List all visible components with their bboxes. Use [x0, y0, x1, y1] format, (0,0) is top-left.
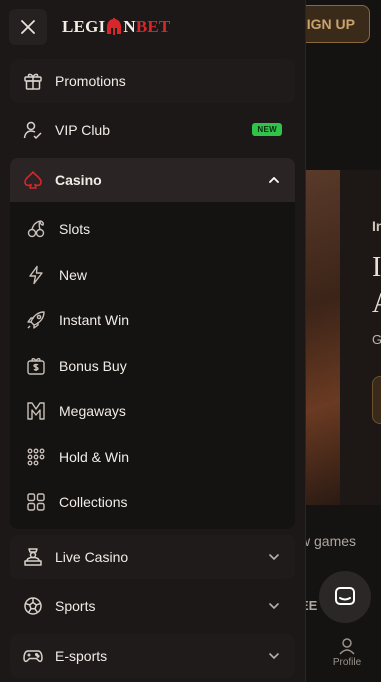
hero-title-line1: I	[372, 252, 381, 283]
menu-item-vip-club[interactable]: VIP Club NEW	[10, 108, 295, 152]
squares-grid-icon	[26, 492, 46, 512]
submenu-item-collections[interactable]: Collections	[10, 482, 295, 522]
menu-item-casino[interactable]: Casino	[10, 158, 295, 202]
menu-item-label: VIP Club	[55, 122, 110, 138]
submenu-item-slots[interactable]: Slots	[10, 209, 295, 249]
logo-text-part2: N	[123, 17, 136, 36]
menu-item-e-sports[interactable]: E-sports	[10, 634, 295, 678]
submenu-item-label: New	[59, 267, 88, 283]
hero-cta-button[interactable]	[372, 376, 381, 424]
submenu-item-label: Bonus Buy	[59, 358, 127, 374]
profile-icon	[339, 638, 355, 655]
side-drawer: LEGI N BET Promotions VIP Club NEW Casin…	[0, 0, 306, 682]
close-button[interactable]	[9, 9, 47, 45]
drawer-header: LEGI N BET	[0, 0, 306, 54]
spade-icon	[22, 169, 44, 191]
lightning-icon	[26, 265, 46, 285]
menu-item-label: Casino	[55, 172, 102, 188]
chat-button[interactable]	[319, 571, 371, 623]
gamepad-icon	[22, 645, 44, 667]
helmet-icon	[107, 18, 122, 35]
chevron-down-icon[interactable]	[267, 649, 281, 663]
section-title: w games	[300, 533, 357, 549]
soccer-ball-icon	[22, 595, 44, 617]
new-badge: NEW	[252, 123, 282, 136]
menu-item-label: E-sports	[55, 648, 108, 664]
hero-kicker: In	[372, 218, 381, 234]
submenu-item-megaways[interactable]: Megaways	[10, 391, 295, 431]
dollar-gift-icon	[26, 356, 46, 376]
gift-icon	[22, 70, 44, 92]
submenu-item-bonus-buy[interactable]: Bonus Buy	[10, 346, 295, 386]
menu-item-sports[interactable]: Sports	[10, 584, 295, 628]
dots-grid-icon	[26, 447, 46, 467]
submenu-item-instant-win[interactable]: Instant Win	[10, 300, 295, 340]
hero-title-line2: A	[372, 288, 381, 320]
submenu-item-label: Megaways	[59, 403, 126, 419]
submenu-item-hold-and-win[interactable]: Hold & Win	[10, 437, 295, 477]
chevron-down-icon[interactable]	[267, 599, 281, 613]
chevron-down-icon[interactable]	[267, 550, 281, 564]
logo[interactable]: LEGI N BET	[62, 16, 170, 38]
profile-label: Profile	[332, 657, 362, 668]
menu-item-label: Live Casino	[55, 549, 129, 565]
menu-item-live-casino[interactable]: Live Casino	[10, 535, 295, 579]
logo-text-part3: BET	[135, 17, 171, 36]
submenu-item-label: Slots	[59, 221, 91, 237]
hero-image	[300, 170, 340, 505]
submenu-item-new[interactable]: New	[10, 255, 295, 295]
menu-item-promotions[interactable]: Promotions	[10, 59, 295, 103]
cherries-icon	[26, 219, 46, 239]
rocket-icon	[26, 310, 46, 330]
submenu-item-label: Hold & Win	[59, 449, 130, 465]
chat-icon	[335, 587, 355, 605]
menu-item-label: Sports	[55, 598, 96, 614]
close-icon	[21, 20, 35, 34]
hero-subtitle: G	[372, 332, 381, 347]
vip-user-icon	[22, 119, 44, 141]
submenu-item-label: Collections	[59, 494, 128, 510]
chevron-up-icon[interactable]	[267, 173, 281, 187]
logo-text-part1: LEGI	[62, 17, 106, 36]
megaways-icon	[26, 401, 46, 421]
menu-item-label: Promotions	[55, 73, 126, 89]
dealer-icon	[22, 546, 44, 568]
profile-nav[interactable]: Profile	[330, 637, 364, 668]
submenu-item-label: Instant Win	[59, 312, 130, 328]
